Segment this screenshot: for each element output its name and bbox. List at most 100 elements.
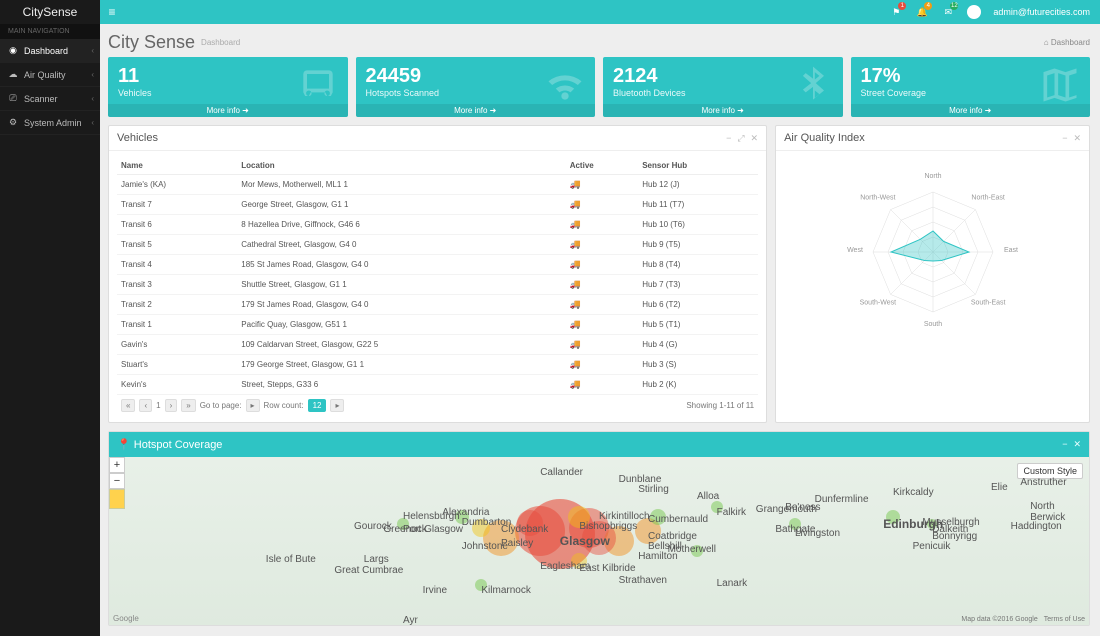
table-row[interactable]: Transit 1Pacific Quay, Glasgow, G51 1🚚Hu… bbox=[117, 315, 758, 335]
vehicles-panel-title: Vehicles bbox=[117, 132, 158, 144]
map-zoom-controls: + − bbox=[109, 457, 1089, 489]
table-row[interactable]: Gavin's109 Caldarvan Street, Glasgow, G2… bbox=[117, 335, 758, 355]
cell-active: 🚚 bbox=[566, 355, 639, 375]
sidebar-item-dashboard[interactable]: ◉Dashboard‹ bbox=[0, 39, 100, 63]
flag-icon[interactable]: ⚑1 bbox=[889, 5, 903, 19]
map-city-label: Glasgow bbox=[560, 534, 610, 548]
cell-location: George Street, Glasgow, G1 1 bbox=[237, 195, 565, 215]
envelope-icon[interactable]: ✉12 bbox=[941, 5, 955, 19]
stat-card-bluetooth-devices: 2124Bluetooth DevicesMore info ➜ bbox=[603, 57, 843, 117]
cell-hub: Hub 6 (T2) bbox=[638, 295, 758, 315]
table-row[interactable]: Kevin'sStreet, Stepps, G33 6🚚Hub 2 (K) bbox=[117, 375, 758, 395]
map-city-label: Bishopbriggs bbox=[579, 521, 637, 532]
close-icon[interactable]: ✕ bbox=[1073, 133, 1081, 144]
sidebar-item-scanner[interactable]: ⎚Scanner‹ bbox=[0, 87, 100, 111]
cell-hub: Hub 2 (K) bbox=[638, 375, 758, 395]
map-city-label: Isle of Bute bbox=[266, 554, 316, 565]
avatar[interactable] bbox=[967, 5, 981, 19]
map-city-label: Penicuik bbox=[913, 541, 951, 552]
col-name[interactable]: Name bbox=[117, 157, 237, 175]
sidebar-section-label: MAIN NAVIGATION bbox=[0, 24, 100, 39]
expand-icon[interactable]: ⤢ bbox=[737, 133, 744, 144]
close-icon[interactable]: ✕ bbox=[751, 133, 759, 144]
radar-axis-label: South-West bbox=[859, 299, 895, 306]
minimize-icon[interactable]: − bbox=[1062, 439, 1067, 450]
cell-hub: Hub 10 (T6) bbox=[638, 215, 758, 235]
sidebar-item-label: Scanner bbox=[24, 94, 58, 104]
map-city-label: Haddington bbox=[1011, 521, 1062, 532]
map-city-label: Kirkcaldy bbox=[893, 487, 934, 498]
radar-axis-label: South bbox=[923, 321, 941, 328]
sidebar-icon: ☁ bbox=[8, 69, 18, 80]
table-row[interactable]: Jamie's (KA)Mor Mews, Motherwell, ML1 1🚚… bbox=[117, 175, 758, 195]
cell-location: 8 Hazellea Drive, Giffnock, G46 6 bbox=[237, 215, 565, 235]
aqi-radar-chart: NorthNorth-EastEastSouth-EastSouthSouth-… bbox=[803, 157, 1063, 337]
radar-axis-label: North bbox=[924, 173, 941, 180]
table-pager: « ‹ 1 › » Go to page: ▸ Row count: 12 ▸ … bbox=[117, 395, 758, 416]
breadcrumb[interactable]: ⌂ Dashboard bbox=[1044, 38, 1090, 47]
close-icon[interactable]: ✕ bbox=[1073, 439, 1081, 450]
vehicles-table: NameLocationActiveSensor Hub Jamie's (KA… bbox=[117, 157, 758, 395]
minimize-icon[interactable]: − bbox=[1062, 133, 1067, 144]
table-row[interactable]: Transit 4185 St James Road, Glasgow, G4 … bbox=[117, 255, 758, 275]
chevron-left-icon: ‹ bbox=[91, 70, 94, 79]
map-city-label: Gourock bbox=[354, 521, 392, 532]
menu-toggle-icon[interactable]: ≡ bbox=[100, 5, 124, 19]
sidebar-icon: ⚙ bbox=[8, 117, 18, 128]
cell-active: 🚚 bbox=[566, 375, 639, 395]
pager-prev[interactable]: ‹ bbox=[139, 399, 152, 412]
brand-logo[interactable]: CitySense bbox=[0, 0, 100, 24]
pager-next[interactable]: › bbox=[165, 399, 178, 412]
map-city-label: Strathaven bbox=[619, 575, 667, 586]
map-city-label: Alexandria bbox=[442, 507, 489, 518]
bell-icon[interactable]: 🔔4 bbox=[915, 5, 929, 19]
table-row[interactable]: Transit 5Cathedral Street, Glasgow, G4 0… bbox=[117, 235, 758, 255]
cell-name: Jamie's (KA) bbox=[117, 175, 237, 195]
cell-active: 🚚 bbox=[566, 215, 639, 235]
sidebar-item-label: System Admin bbox=[24, 118, 82, 128]
pager-first[interactable]: « bbox=[121, 399, 135, 412]
zoom-in-button[interactable]: + bbox=[109, 457, 125, 473]
cell-hub: Hub 12 (J) bbox=[638, 175, 758, 195]
sidebar-item-system-admin[interactable]: ⚙System Admin‹ bbox=[0, 111, 100, 135]
cell-hub: Hub 4 (G) bbox=[638, 335, 758, 355]
cell-location: 179 St James Road, Glasgow, G4 0 bbox=[237, 295, 565, 315]
radar-axis-label: East bbox=[1004, 247, 1018, 254]
pager-goto-label: Go to page: bbox=[200, 401, 242, 410]
map-city-label: Alloa bbox=[697, 491, 719, 502]
pager-rowcount-apply[interactable]: ▸ bbox=[330, 399, 344, 412]
chevron-left-icon: ‹ bbox=[91, 94, 94, 103]
map-city-label: Great Cumbrae bbox=[334, 565, 403, 576]
table-row[interactable]: Transit 68 Hazellea Drive, Giffnock, G46… bbox=[117, 215, 758, 235]
col-sensor-hub[interactable]: Sensor Hub bbox=[638, 157, 758, 175]
streetview-pegman[interactable] bbox=[109, 489, 125, 509]
stat-card-hotspots-scanned: 24459Hotspots ScannedMore info ➜ bbox=[356, 57, 596, 117]
hotspot-panel: 📍 Hotspot Coverage − ✕ + − Custom Style … bbox=[108, 431, 1090, 626]
zoom-out-button[interactable]: − bbox=[109, 473, 125, 489]
table-row[interactable]: Transit 3Shuttle Street, Glasgow, G1 1🚚H… bbox=[117, 275, 758, 295]
map-city-label: Stirling bbox=[638, 484, 669, 495]
map-canvas[interactable]: + − Custom Style Google Map data ©2016 G… bbox=[109, 457, 1089, 625]
map-city-label: Kirkintilloch bbox=[599, 511, 650, 522]
map-city-label: Anstruther bbox=[1020, 477, 1066, 488]
table-row[interactable]: Transit 2179 St James Road, Glasgow, G4 … bbox=[117, 295, 758, 315]
cell-active: 🚚 bbox=[566, 275, 639, 295]
pager-last[interactable]: » bbox=[181, 399, 195, 412]
cell-hub: Hub 5 (T1) bbox=[638, 315, 758, 335]
map-city-label: Johnstone bbox=[462, 541, 508, 552]
minimize-icon[interactable]: − bbox=[726, 133, 731, 144]
table-row[interactable]: Stuart's179 George Street, Glasgow, G1 1… bbox=[117, 355, 758, 375]
pager-goto-button[interactable]: ▸ bbox=[246, 399, 260, 412]
col-location[interactable]: Location bbox=[237, 157, 565, 175]
sidebar-item-label: Air Quality bbox=[24, 70, 66, 80]
pager-rowcount[interactable]: 12 bbox=[308, 399, 327, 412]
cell-active: 🚚 bbox=[566, 335, 639, 355]
map-city-label: Dunfermline bbox=[815, 494, 869, 505]
cell-name: Transit 7 bbox=[117, 195, 237, 215]
user-email[interactable]: admin@futurecities.com bbox=[993, 7, 1090, 17]
sidebar-item-air-quality[interactable]: ☁ Air Quality ‹ bbox=[0, 63, 100, 87]
map-terms-link[interactable]: Terms of Use bbox=[1044, 616, 1085, 623]
col-active[interactable]: Active bbox=[566, 157, 639, 175]
cell-location: 185 St James Road, Glasgow, G4 0 bbox=[237, 255, 565, 275]
table-row[interactable]: Transit 7George Street, Glasgow, G1 1🚚Hu… bbox=[117, 195, 758, 215]
